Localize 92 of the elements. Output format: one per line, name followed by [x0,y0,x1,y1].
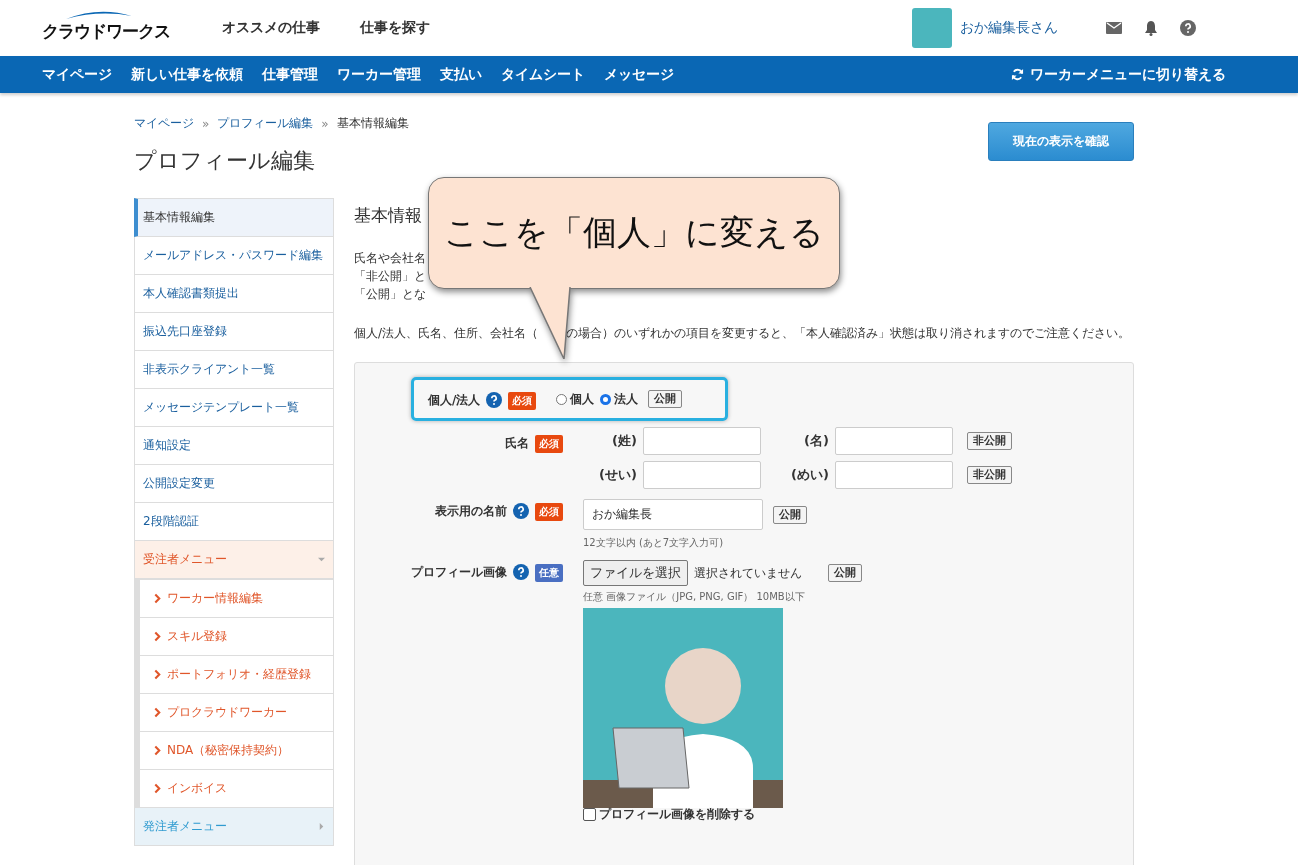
file-button[interactable]: ファイルを選択 [583,560,688,586]
group-label: 発注者メニュー [143,818,227,835]
warning-text: 個人/法人、氏名、住所、会社名（ [354,325,539,342]
bell-icon[interactable] [1144,20,1158,36]
visibility-button[interactable]: 非公開 [967,466,1012,484]
chevron-right-icon [154,631,161,642]
field-label: 表示用の名前 [435,503,507,520]
file-status: 選択されていません [694,564,802,582]
help-icon[interactable] [486,392,503,408]
required-badge: 必須 [535,503,563,521]
subitem-label: ポートフォリオ・経歴登録 [167,666,311,683]
sidebar-subitem[interactable]: プロクラウドワーカー [139,694,334,732]
delete-checkbox[interactable]: プロフィール画像を削除する [583,806,862,823]
caret-down-icon [318,556,325,563]
note-text: 「公開」とな [354,286,426,303]
input-field[interactable] [835,461,953,489]
logo[interactable]: クラウドワークス [42,13,170,43]
field-label: (めい) [790,466,829,484]
visibility-button[interactable]: 公開 [828,564,862,582]
help-icon[interactable] [513,564,529,580]
field-label: (せい) [598,466,637,484]
field-label: (姓) [611,432,637,450]
sidebar-item[interactable]: 2段階認証 [134,503,334,541]
header-link[interactable]: 仕事を探す [360,19,430,37]
note-text: 「非公開」と [354,268,426,285]
sidebar-item[interactable]: 基本情報編集 [134,198,334,237]
visibility-button[interactable]: 公開 [648,390,683,408]
field-label: プロフィール画像 [411,564,507,581]
chevron-right-icon [154,783,161,794]
chevron-right-icon [154,707,161,718]
sidebar-subitem[interactable]: NDA（秘密保持契約） [139,732,334,770]
sidebar-item[interactable]: 非表示クライアント一覧 [134,351,334,389]
radio-option[interactable]: 法人 [600,390,639,408]
user-name-link[interactable]: おか編集長さん [960,19,1058,37]
chevron-right-icon [154,669,161,680]
subitem-label: インボイス [167,780,227,797]
header-link[interactable]: オススメの仕事 [222,19,320,37]
subitem-label: ワーカー情報編集 [167,590,263,607]
nav-link[interactable]: メッセージ [604,65,674,84]
help-icon[interactable] [1180,20,1196,36]
warning-text: の場合）のいずれかの項目を変更すると、「本人確認済み」状態は取り消されますのでご注意ください。 [566,325,1131,342]
subitem-label: プロクラウドワーカー [167,704,287,721]
sidebar-subitem[interactable]: スキル登録 [139,618,334,656]
sidebar-item[interactable]: メッセージテンプレート一覧 [134,389,334,427]
sidebar-item[interactable]: 本人確認書類提出 [134,275,334,313]
input-field[interactable] [643,427,761,455]
radio-option[interactable]: 個人 [556,390,595,408]
chevron-right-icon [154,745,161,756]
optional-badge: 任意 [535,564,563,582]
required-badge: 必須 [508,392,537,410]
field-label: 氏名 [505,435,529,452]
field-label: (名) [803,432,829,450]
hint-text: 12文字以内 (あと7文字入力可) [583,536,725,550]
group-label: 受注者メニュー [143,551,227,568]
refresh-icon [1011,68,1024,81]
sidebar-subitem[interactable]: ワーカー情報編集 [139,579,334,618]
input-field[interactable] [835,427,953,455]
nav-link[interactable]: 新しい仕事を依頼 [131,65,243,84]
sidebar-item[interactable]: 公開設定変更 [134,465,334,503]
sidebar-group[interactable]: 受注者メニュー [134,541,334,579]
nav-link[interactable]: タイムシート [501,65,585,84]
help-icon[interactable] [513,503,529,519]
nav-link[interactable]: ワーカー管理 [337,65,421,84]
input-field[interactable]: おか編集長 [583,499,763,530]
section-title: 基本情報 [354,204,422,227]
nav-link[interactable]: 支払い [440,65,482,84]
breadcrumb-link[interactable]: プロフィール編集 [217,115,314,132]
hint-text: 任意 画像ファイル（JPG, PNG, GIF） 10MB以下 [583,590,806,604]
nav-link[interactable]: マイページ [42,65,112,84]
breadcrumb-link[interactable]: マイページ [134,115,194,132]
subitem-label: スキル登録 [167,628,227,645]
breadcrumb-separator: » [321,116,329,131]
breadcrumb-separator: » [202,116,210,131]
input-field[interactable] [643,461,761,489]
sidebar-subitem[interactable]: ポートフォリオ・経歴登録 [139,656,334,694]
sidebar-subitem[interactable]: インボイス [139,770,334,808]
page-title: プロフィール編集 [134,147,315,175]
chevron-right-icon [154,593,161,604]
required-badge: 必須 [535,435,563,453]
caret-right-icon [318,823,325,830]
callout-text: ここを「個人」に変える [428,177,840,289]
mail-icon[interactable] [1106,22,1122,34]
switch-menu-link[interactable]: ワーカーメニューに切り替える [1011,65,1226,84]
sidebar-item[interactable]: 振込先口座登録 [134,313,334,351]
subitem-label: NDA（秘密保持契約） [167,742,290,759]
nav-link[interactable]: 仕事管理 [262,65,318,84]
visibility-button[interactable]: 非公開 [967,432,1012,450]
note-text: 氏名や会社名 [354,250,426,267]
sidebar-item[interactable]: メールアドレス・パスワード編集 [134,237,334,275]
field-label: 個人/法人 [428,392,481,409]
visibility-button[interactable]: 公開 [773,505,807,524]
sidebar-item[interactable]: 通知設定 [134,427,334,465]
